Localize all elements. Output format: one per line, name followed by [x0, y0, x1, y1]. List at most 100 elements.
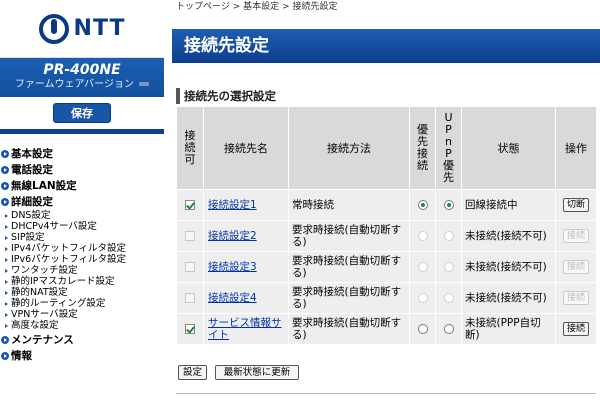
nav-bullet-icon: [1, 182, 9, 190]
nav-subitem-label: SIP設定: [11, 232, 45, 243]
refresh-status-button[interactable]: 最新状態に更新: [215, 365, 300, 380]
priority-radio[interactable]: [417, 324, 428, 334]
nav-item[interactable]: 基本設定: [0, 146, 164, 162]
table-row: 接続設定3 要求時接続(自動切断する) 未接続(接続不可) 接続: [177, 252, 596, 282]
breadcrumb: トップページ > 基本設定 > 接続先設定: [172, 0, 600, 14]
nav-item-label: 基本設定: [11, 148, 53, 160]
nav-item-label: メンテナンス: [11, 334, 74, 346]
nav-bullet-icon: [1, 166, 9, 174]
connection-name-link[interactable]: サービス情報サイト: [208, 317, 282, 341]
disconnect-button[interactable]: 切断: [563, 198, 589, 212]
nav-arrow-icon: [5, 213, 8, 218]
priority-radio[interactable]: [417, 262, 428, 272]
enable-checkbox[interactable]: [185, 200, 195, 210]
upnp-radio[interactable]: [443, 262, 454, 272]
apply-button[interactable]: 設定: [178, 365, 208, 380]
connection-method: 要求時接続(自動切断する): [289, 314, 409, 344]
connection-status: 未接続(接続不可): [462, 252, 555, 282]
connection-name-link[interactable]: 接続設定2: [208, 230, 257, 242]
ntt-logo-icon: [38, 13, 69, 44]
connection-table: 接続可 接続先名 接続方法 優先接続 UPnP優先 状態 操作 接続設定1 常時接…: [176, 106, 597, 345]
connection-method: 要求時接続(自動切断する): [289, 252, 409, 282]
nav-subitem[interactable]: 高度な設定: [0, 320, 164, 331]
connection-status: 未接続(接続不可): [462, 221, 555, 251]
sidebar-nav: 基本設定電話設定 無線LAN設定 詳細設定 DNS設定 DHCPv4サーバ設定 SIP設定…: [0, 146, 164, 364]
connect-button[interactable]: 接続: [563, 291, 589, 305]
nav-arrow-icon: [5, 257, 8, 262]
section-title: 接続先の選択設定: [176, 88, 276, 104]
header-priority: 優先接続: [410, 107, 435, 189]
header-name: 接続先名: [204, 107, 288, 189]
main-content: トップページ > 基本設定 > 接続先設定 接続先設定 接続先の選択設定 接続可…: [172, 0, 600, 406]
connection-name-link[interactable]: 接続設定3: [208, 261, 257, 273]
enable-checkbox[interactable]: [185, 231, 195, 241]
nav-subitem[interactable]: 静的NAT設定: [0, 287, 164, 298]
logo-text: NTT: [73, 16, 126, 41]
save-button[interactable]: 保存: [53, 103, 111, 123]
breadcrumb-separator: >: [232, 2, 241, 12]
upnp-radio[interactable]: [443, 231, 454, 241]
nav-subitems: DNS設定 DHCPv4サーバ設定 SIP設定 IPv4パケットフィルタ設定 IPv6パ…: [0, 210, 164, 331]
nav-bullet-icon: [1, 336, 9, 344]
device-info-panel: PR-400NE ファームウェアバージョン 保存: [0, 58, 164, 134]
nav-subitem-label: ワンタッチ設定: [11, 265, 78, 276]
nav-arrow-icon: [5, 323, 8, 328]
nav-subitem[interactable]: IPv6パケットフィルタ設定: [0, 254, 164, 265]
header-status: 状態: [462, 107, 555, 189]
priority-radio[interactable]: [417, 200, 428, 210]
nav-subitem[interactable]: 静的ルーティング設定: [0, 298, 164, 309]
nav-subitem-label: VPNサーバ設定: [11, 309, 78, 320]
nav-subitem-label: DNS設定: [11, 210, 51, 221]
nav-subitem[interactable]: DNS設定: [0, 210, 164, 221]
table-row: 接続設定2 要求時接続(自動切断する) 未接続(接続不可) 接続: [177, 221, 596, 251]
firmware-version: ファームウェアバージョン: [0, 78, 164, 91]
upnp-radio[interactable]: [443, 324, 454, 334]
nav-subitem-label: IPv4パケットフィルタ設定: [11, 243, 127, 254]
breadcrumb-item-basic[interactable]: 基本設定: [243, 2, 279, 12]
nav-arrow-icon: [5, 268, 8, 273]
nav-arrow-icon: [5, 290, 8, 295]
enable-checkbox[interactable]: [185, 293, 195, 303]
table-row: 接続設定1 常時接続 回線接続中 切断: [177, 190, 596, 220]
table-row: 接続設定4 要求時接続(自動切断する) 未接続(接続不可) 接続: [177, 283, 596, 313]
breadcrumb-item-top[interactable]: トップページ: [176, 2, 230, 12]
priority-radio[interactable]: [417, 293, 428, 303]
enable-checkbox[interactable]: [185, 324, 195, 334]
nav-item[interactable]: メンテナンス: [0, 332, 164, 348]
nav-subitem[interactable]: DHCPv4サーバ設定: [0, 221, 164, 232]
nav-arrow-icon: [5, 224, 8, 229]
upnp-radio[interactable]: [443, 293, 454, 303]
header-action: 操作: [556, 107, 596, 189]
connection-method: 常時接続: [289, 190, 409, 220]
nav-subitem-label: IPv6パケットフィルタ設定: [11, 254, 127, 265]
nav-subitem[interactable]: IPv4パケットフィルタ設定: [0, 243, 164, 254]
nav-subitem[interactable]: 静的IPマスカレード設定: [0, 276, 164, 287]
nav-item-label: 情報: [11, 350, 32, 362]
nav-subitem[interactable]: VPNサーバ設定: [0, 309, 164, 320]
enable-checkbox[interactable]: [185, 262, 195, 272]
connection-name-link[interactable]: 接続設定1: [208, 199, 257, 211]
connect-button[interactable]: 接続: [563, 229, 589, 243]
model-name: PR-400NE: [43, 62, 121, 78]
nav-arrow-icon: [5, 235, 8, 240]
priority-radio[interactable]: [417, 231, 428, 241]
table-row: サービス情報サイト 要求時接続(自動切断する) 未接続(PPP自切断) 接続: [177, 314, 596, 344]
nav-subitem[interactable]: SIP設定: [0, 232, 164, 243]
connect-button[interactable]: 接続: [563, 322, 589, 336]
nav-subitem[interactable]: ワンタッチ設定: [0, 265, 164, 276]
connect-button[interactable]: 接続: [563, 260, 589, 274]
connection-name-link[interactable]: 接続設定4: [208, 292, 257, 304]
nav-item[interactable]: 情報: [0, 348, 164, 364]
save-area: 保存: [0, 97, 164, 129]
nav-arrow-icon: [5, 279, 8, 284]
header-enable: 接続可: [177, 107, 203, 189]
upnp-radio[interactable]: [443, 200, 454, 210]
connection-status: 未接続(PPP自切断): [462, 314, 555, 344]
nav-subitem-label: 静的NAT設定: [11, 287, 68, 298]
logo: NTT: [0, 0, 164, 58]
nav-item[interactable]: 無線LAN設定: [0, 178, 164, 194]
nav-item[interactable]: 詳細設定: [0, 194, 164, 210]
nav-item[interactable]: 電話設定: [0, 162, 164, 178]
firmware-label: ファームウェアバージョン: [14, 79, 134, 90]
nav-arrow-icon: [5, 312, 8, 317]
